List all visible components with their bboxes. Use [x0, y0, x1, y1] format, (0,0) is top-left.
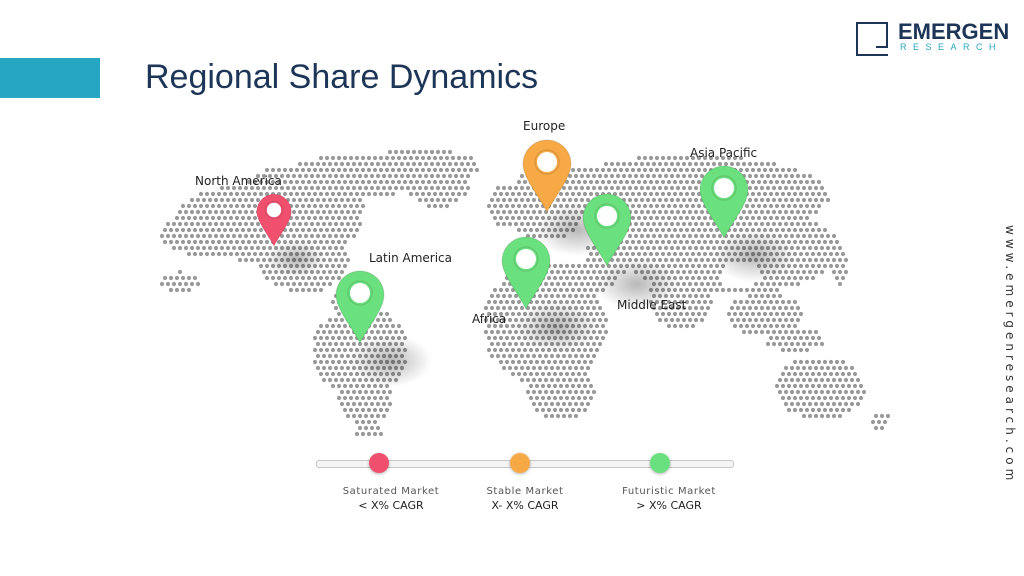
label-europe: Europe: [523, 119, 566, 133]
legend-sub-saturated: < X% CAGR: [358, 499, 424, 512]
map-pin-north-america-icon: [256, 193, 292, 247]
legend-title-stable: Stable Market: [486, 486, 564, 497]
legend-title-futuristic: Futuristic Market: [622, 486, 716, 497]
label-asia-pacific: Asia Pacific: [690, 146, 758, 160]
map-pin-africa-icon: [501, 236, 551, 311]
legend-dot-futuristic: [650, 453, 670, 473]
label-latin-america: Latin America: [369, 251, 452, 265]
legend-sub-stable: X- X% CAGR: [491, 499, 559, 512]
legend-dot-stable: [510, 453, 530, 473]
map-pin-asia-pacific-icon: [699, 165, 749, 240]
legend-dot-saturated: [369, 453, 389, 473]
label-north-america: North America: [195, 174, 282, 188]
label-africa: Africa: [472, 312, 507, 326]
legend-sub-futuristic: > X% CAGR: [636, 499, 702, 512]
label-middle-east: Middle East: [617, 298, 687, 312]
legend-title-saturated: Saturated Market: [342, 486, 440, 497]
